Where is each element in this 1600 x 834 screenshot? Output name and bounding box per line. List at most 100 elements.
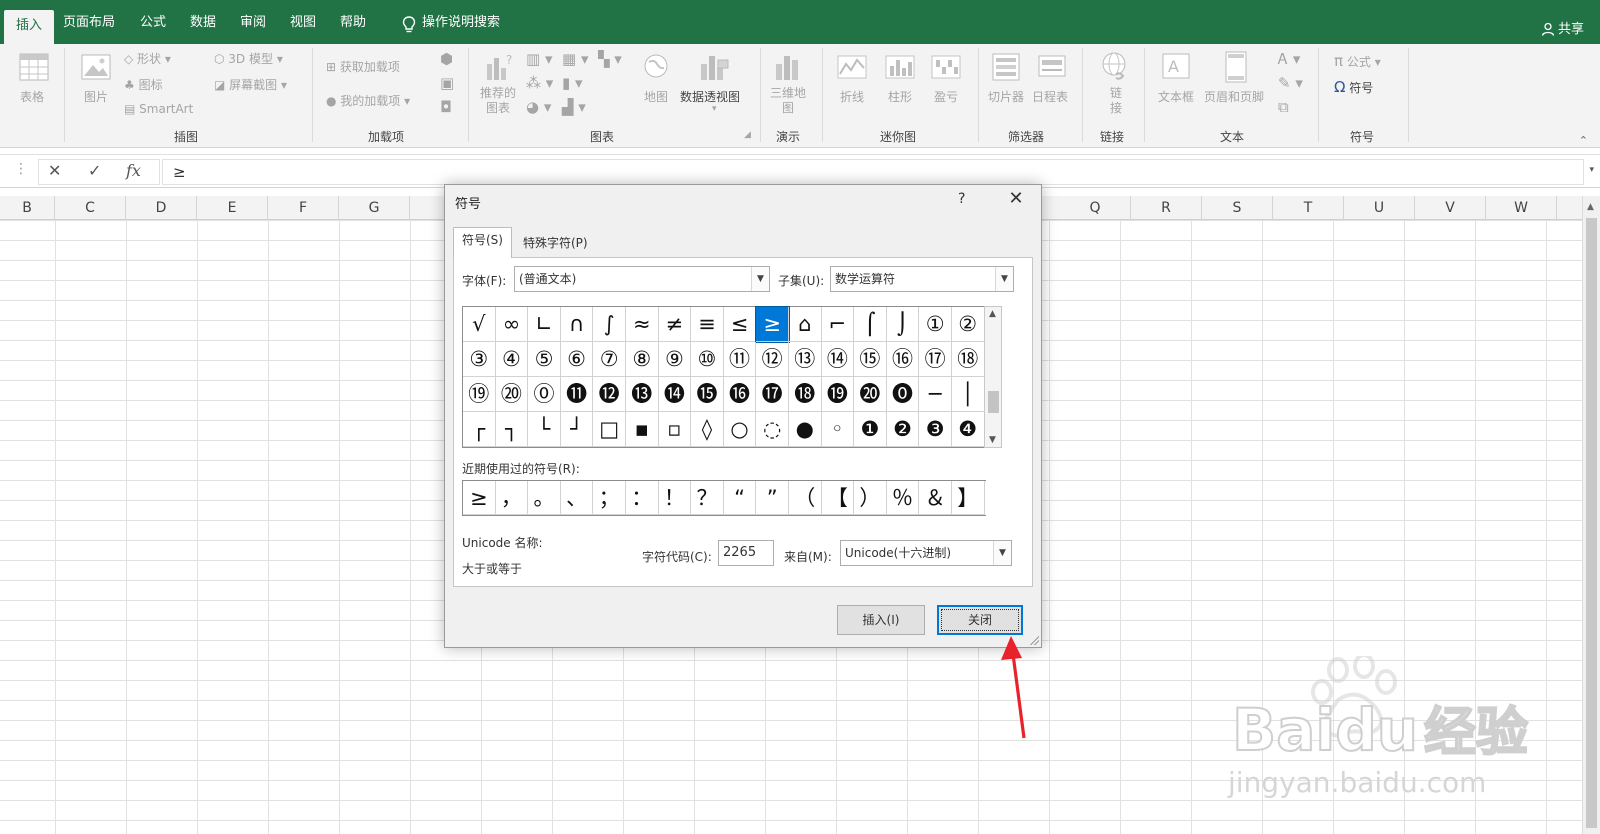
waterfall-chart-icon[interactable]: ▚ ▾ [598, 50, 622, 68]
symbol-cell[interactable]: ⓭ [625, 377, 659, 412]
symbol-cell[interactable]: ⌐ [821, 307, 855, 342]
recent-symbol-cell[interactable]: ： [625, 481, 659, 515]
hierarchy-chart-icon[interactable]: ▦ ▾ [562, 50, 588, 68]
chevron-down-icon[interactable]: ▾ [712, 104, 717, 114]
column-header[interactable]: F [268, 196, 339, 220]
tab-symbols[interactable]: 符号(S) [453, 227, 512, 258]
picture-icon[interactable] [80, 50, 112, 86]
tab-data[interactable]: 数据 [190, 12, 216, 34]
column-header[interactable]: U [1344, 196, 1415, 220]
symbol-cell[interactable]: ┌ [463, 412, 496, 447]
tab-formulas[interactable]: 公式 [140, 12, 166, 34]
symbol-cell[interactable]: ⓮ [658, 377, 692, 412]
vertical-scrollbar[interactable]: ▲ [1582, 196, 1600, 834]
symbol-cell[interactable]: ─ [919, 377, 952, 412]
from-dropdown[interactable]: Unicode(十六进制) ▼ [840, 540, 1012, 566]
symbol-cell[interactable]: ① [919, 307, 952, 342]
symbol-cell[interactable]: ⌡ [886, 307, 920, 342]
symbol-cell[interactable]: ③ [463, 342, 496, 377]
scroll-thumb[interactable] [1586, 218, 1597, 828]
pie-chart-icon[interactable]: ◕ ▾ [526, 98, 551, 116]
symbol-cell[interactable]: ⑤ [528, 342, 561, 377]
scroll-down-icon[interactable]: ▼ [989, 435, 996, 445]
recent-symbol-cell[interactable]: ≥ [463, 481, 496, 515]
icons-button[interactable]: ♣ 图标 [124, 76, 163, 93]
symbol-cell[interactable]: ≠ [658, 307, 692, 342]
symbol-cell[interactable]: ⓫ [560, 377, 594, 412]
recent-symbol-cell[interactable]: ＆ [919, 481, 952, 515]
sparkline-column-icon[interactable] [884, 50, 916, 86]
column-header[interactable]: W [1486, 196, 1557, 220]
sparkline-line-icon[interactable] [836, 50, 868, 86]
pivotchart-icon[interactable] [698, 50, 730, 86]
symbol-cell[interactable]: ⓳ [821, 377, 855, 412]
symbol-cell[interactable]: ◌ [756, 412, 789, 447]
confirm-entry-button[interactable]: ✓ [88, 161, 101, 180]
column-header[interactable]: E [197, 196, 268, 220]
recommended-charts-icon[interactable]: ? [484, 50, 516, 86]
people-graph-icon[interactable]: ▣ [440, 74, 454, 92]
symbol-cell[interactable]: ❶ [854, 412, 887, 447]
equation-button[interactable]: π 公式 ▾ [1334, 52, 1381, 70]
get-addins-button[interactable]: ⊞ 获取加载项 [326, 58, 400, 75]
symbol-cell[interactable]: ∞ [495, 307, 529, 342]
symbol-cell[interactable]: ≥ [755, 306, 790, 343]
symbol-cell[interactable]: ⑳ [495, 377, 529, 412]
symbol-cell[interactable]: ┐ [495, 412, 529, 447]
3d-map-icon[interactable] [772, 50, 804, 86]
symbol-cell[interactable]: ⑧ [625, 342, 659, 377]
screenshot-button[interactable]: ◪ 屏幕截图 ▾ [214, 76, 287, 93]
combo-chart-icon[interactable]: ▟ ▾ [562, 98, 586, 116]
my-addins-button[interactable]: ● 我的加载项 ▾ [326, 92, 410, 109]
tab-special-characters[interactable]: 特殊字符(P) [515, 231, 596, 257]
help-button[interactable]: ? [958, 191, 965, 207]
tab-help[interactable]: 帮助 [340, 12, 366, 34]
share-button[interactable]: 共享 [1541, 18, 1584, 37]
maps-icon[interactable] [640, 50, 672, 86]
textbox-icon[interactable]: A [1160, 50, 1192, 86]
shapes-button[interactable]: ◇ 形状 ▾ [124, 50, 171, 67]
column-header[interactable]: C [55, 196, 126, 220]
smartart-button[interactable]: ▤ SmartArt [124, 102, 193, 116]
recent-symbol-cell[interactable]: 。 [528, 481, 561, 515]
symbol-cell[interactable]: ⓲ [788, 377, 822, 412]
column-header[interactable]: T [1273, 196, 1344, 220]
symbol-cell[interactable]: ⑫ [756, 342, 789, 377]
symbol-cell[interactable]: ❸ [919, 412, 952, 447]
recent-symbol-cell[interactable]: ， [495, 481, 529, 515]
symbol-cell[interactable]: ◦ [821, 412, 855, 447]
close-button[interactable]: 关闭 [937, 605, 1023, 635]
symbol-cell[interactable]: □ [593, 412, 626, 447]
recent-symbol-cell[interactable]: 、 [560, 481, 594, 515]
symbol-cell[interactable]: ⑥ [560, 342, 594, 377]
symbol-cell[interactable]: ❷ [886, 412, 920, 447]
tab-page-layout[interactable]: 页面布局 [63, 12, 115, 34]
symbol-cell[interactable]: ⑰ [919, 342, 952, 377]
symbol-cell[interactable]: ⌠ [854, 307, 887, 342]
timeline-icon[interactable] [1036, 50, 1068, 86]
symbol-cell[interactable]: ∟ [528, 307, 561, 342]
recent-symbol-cell[interactable]: ！ [658, 481, 692, 515]
symbol-grid-scrollbar[interactable]: ▲ ▼ [984, 306, 1002, 448]
symbol-cell[interactable]: √ [463, 307, 496, 342]
symbol-cell[interactable]: ⑩ [691, 342, 724, 377]
column-header[interactable]: Q [1060, 196, 1131, 220]
symbol-cell[interactable]: ▫ [658, 412, 692, 447]
symbol-cell[interactable]: ⓬ [593, 377, 626, 412]
symbol-cell[interactable]: ▪ [625, 412, 659, 447]
symbol-cell[interactable]: ≡ [691, 307, 724, 342]
resize-grip-icon[interactable] [1029, 635, 1039, 645]
3d-model-button[interactable]: ⬡ 3D 模型 ▾ [214, 50, 283, 67]
symbol-cell[interactable]: ● [788, 412, 822, 447]
object-icon[interactable]: ⧉ [1278, 98, 1289, 116]
symbol-cell[interactable]: ○ [723, 412, 757, 447]
recent-symbol-cell[interactable]: 【 [821, 481, 855, 515]
tell-me-search[interactable]: 操作说明搜索 [422, 12, 500, 34]
recent-symbol-cell[interactable]: ” [756, 481, 789, 515]
column-header[interactable]: D [126, 196, 197, 220]
symbol-cell[interactable]: ⑯ [886, 342, 920, 377]
scroll-up-icon[interactable]: ▲ [989, 309, 996, 319]
insert-function-button[interactable]: fx [126, 161, 141, 180]
slicer-icon[interactable] [990, 50, 1022, 86]
recent-symbol-cell[interactable]: ％ [886, 481, 920, 515]
